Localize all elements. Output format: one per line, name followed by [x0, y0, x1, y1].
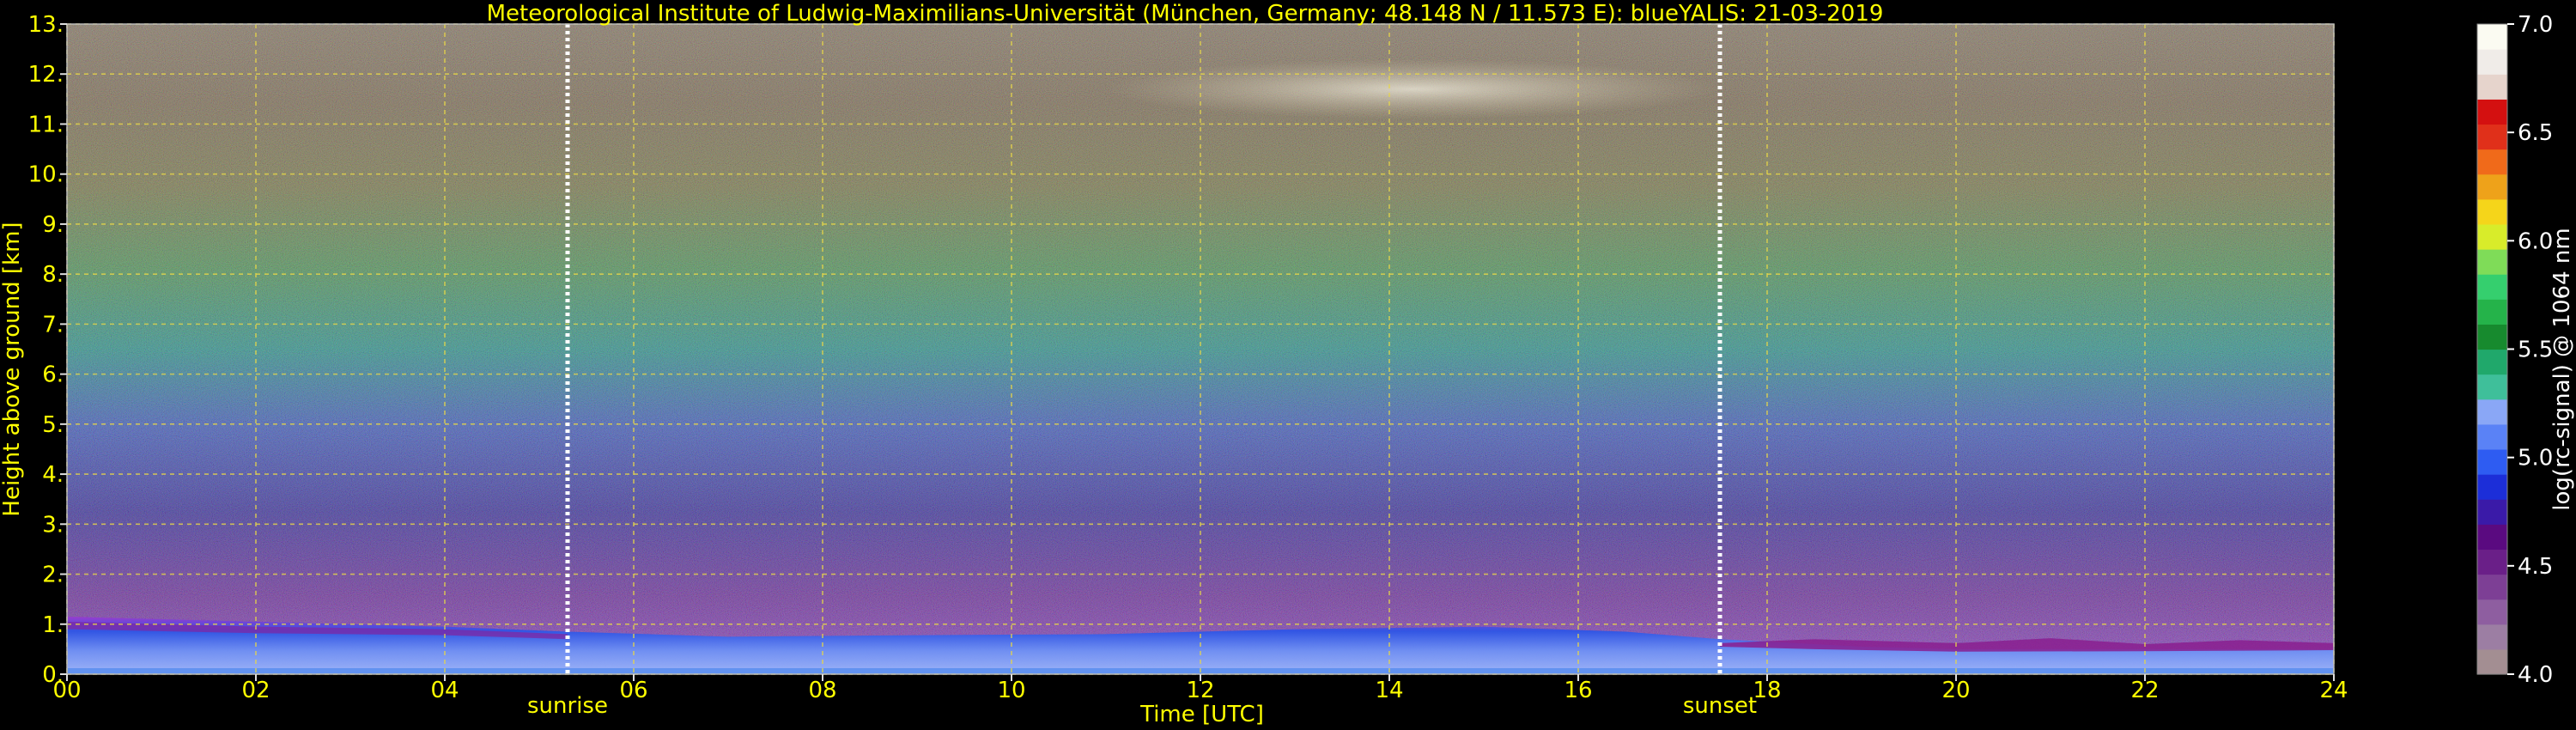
- y-tick-label: 1.: [42, 612, 64, 638]
- colorbar-segment: [2477, 49, 2507, 75]
- x-tick-label: 22: [2130, 678, 2159, 703]
- y-tick-label: 11.: [28, 112, 64, 137]
- colorbar-segment: [2477, 99, 2507, 125]
- chart-title: Meteorological Institute of Ludwig-Maxim…: [487, 1, 1884, 27]
- x-tick-label: 18: [1753, 678, 1781, 703]
- colorbar-segment: [2477, 223, 2507, 250]
- colorbar-tick-label: 6.5: [2518, 120, 2553, 146]
- colorbar-segment: [2477, 124, 2507, 150]
- x-tick-label: 16: [1564, 678, 1592, 703]
- colorbar-segment: [2477, 499, 2507, 525]
- sunrise-label: sunrise: [527, 693, 608, 719]
- y-tick-label: 6.: [42, 362, 64, 388]
- colorbar-segment: [2477, 474, 2507, 500]
- colorbar-segment: [2477, 574, 2507, 600]
- y-tick-label: 13.: [28, 12, 64, 38]
- colorbar: 4.0 4.5 5.0 5.5 6.0 6.5 7.0: [2476, 12, 2553, 688]
- colorbar-segment: [2477, 398, 2507, 425]
- x-tick-label: 10: [997, 678, 1025, 703]
- colorbar-segment: [2477, 149, 2507, 175]
- colorbar-segment: [2477, 74, 2507, 100]
- colorbar-segment: [2477, 624, 2507, 650]
- colorbar-label: log(rc-signal) @ 1064 nm: [2549, 228, 2575, 510]
- y-tick-label: 10.: [28, 162, 64, 188]
- y-tick-label: 7.: [42, 312, 64, 338]
- colorbar-segment: [2477, 549, 2507, 575]
- colorbar-segment: [2477, 599, 2507, 625]
- x-tick-label: 04: [430, 678, 459, 703]
- colorbar-segment: [2477, 324, 2507, 350]
- colorbar-segment: [2477, 274, 2507, 300]
- colorbar-tick-label: 6.0: [2518, 228, 2553, 254]
- lidar-chart: sunrise sunset 0.1.2.3.4.5.6.7.8.9.10.11.…: [0, 1, 2575, 727]
- sunset-label: sunset: [1683, 693, 1757, 719]
- x-tick-label: 24: [2319, 678, 2348, 703]
- colorbar-segment: [2477, 173, 2507, 200]
- x-tick-label: 06: [619, 678, 647, 703]
- y-tick-label: 5.: [42, 412, 64, 438]
- x-tick-label: 14: [1375, 678, 1403, 703]
- y-tick-label: 3.: [42, 512, 64, 538]
- colorbar-tick-label: 4.0: [2518, 662, 2553, 688]
- x-tick-label: 08: [808, 678, 836, 703]
- x-tick-label: 12: [1186, 678, 1214, 703]
- colorbar-tick-label: 5.0: [2518, 446, 2553, 471]
- colorbar-tick-label: 4.5: [2518, 554, 2553, 580]
- y-tick-label: 9.: [42, 212, 64, 238]
- y-tick-label: 12.: [28, 62, 64, 88]
- colorbar-segment: [2477, 648, 2507, 675]
- y-tick-label: 8.: [42, 262, 64, 288]
- colorbar-segment: [2477, 249, 2507, 275]
- y-tick-label: 2.: [42, 563, 64, 588]
- x-tick-label: 00: [52, 678, 81, 703]
- colorbar-segment: [2477, 349, 2507, 375]
- colorbar-segment: [2477, 374, 2507, 400]
- colorbar-segment: [2477, 524, 2507, 551]
- colorbar-segment: [2477, 423, 2507, 450]
- colorbar-tick-label: 7.0: [2518, 12, 2553, 38]
- x-axis-label: Time [UTC]: [1139, 702, 1264, 727]
- colorbar-tick-label: 5.5: [2518, 338, 2553, 363]
- colorbar-segment: [2477, 299, 2507, 325]
- x-tick-label: 02: [241, 678, 270, 703]
- cirrus-layer: [1106, 58, 1720, 119]
- colorbar-segment: [2477, 24, 2507, 50]
- y-axis-label: Height above ground [km]: [0, 222, 25, 516]
- x-tick-label: 20: [1941, 678, 1970, 703]
- y-tick-label: 4.: [42, 462, 64, 488]
- colorbar-segment: [2477, 448, 2507, 475]
- colorbar-segment: [2477, 198, 2507, 225]
